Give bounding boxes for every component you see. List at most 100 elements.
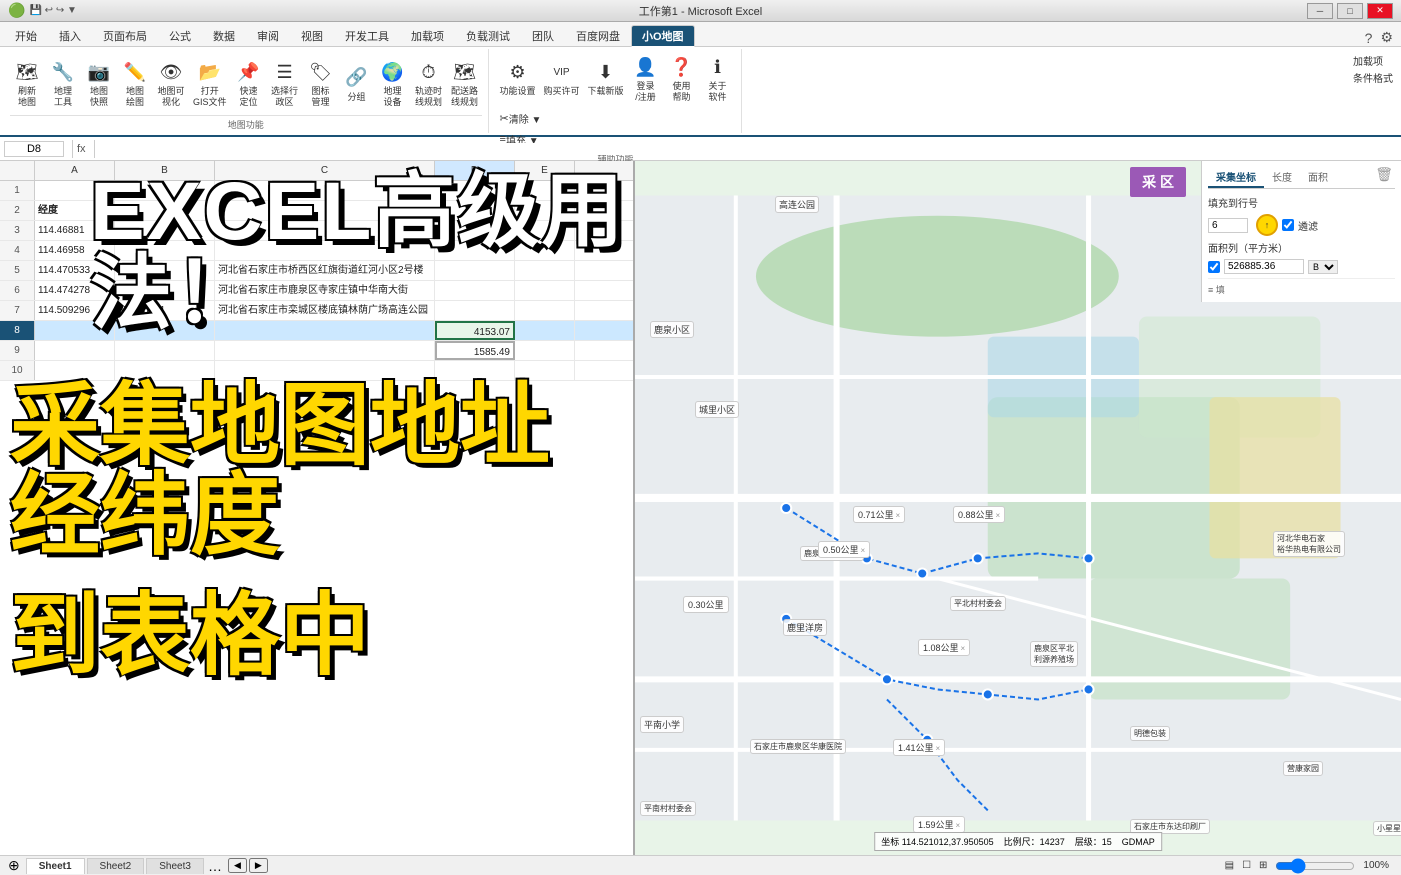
icon-manage-button[interactable]: 🏷 图标管理 <box>304 56 338 110</box>
tab-team[interactable]: 团队 <box>521 24 565 46</box>
add-sheet-button[interactable]: ⊕ <box>4 857 24 874</box>
vip-button[interactable]: VIP 购买许可 <box>541 56 583 99</box>
refresh-map-button[interactable]: 🗺 刷新地图 <box>10 56 44 110</box>
collect-area-button[interactable]: 采 区 <box>1130 167 1186 197</box>
about-button[interactable]: ℹ 关于软件 <box>701 51 735 105</box>
cell-b2[interactable] <box>115 201 215 220</box>
view-page-icon[interactable]: ☐ <box>1242 860 1251 871</box>
cell-a9[interactable] <box>35 341 115 360</box>
fill-to-input[interactable] <box>1208 218 1248 233</box>
cell-b5[interactable]: 37.975729 <box>115 261 215 280</box>
geo-device-button[interactable]: 🌍 地理设备 <box>376 56 410 110</box>
minimize-button[interactable]: ─ <box>1307 3 1333 19</box>
sheet-tab-2[interactable]: Sheet2 <box>87 858 145 874</box>
download-button[interactable]: ⬇ 下载新版 <box>585 56 627 99</box>
cell-c8[interactable] <box>215 321 435 340</box>
panel-delete-icon[interactable]: 🗑 <box>1375 166 1393 183</box>
formula-input[interactable] <box>99 143 1397 155</box>
cell-c4[interactable] <box>215 241 435 260</box>
tab-formula[interactable]: 公式 <box>158 24 202 46</box>
cell-b10[interactable] <box>115 361 215 380</box>
cell-e3[interactable] <box>515 221 575 240</box>
close-071-icon[interactable]: × <box>896 511 901 520</box>
cell-d4[interactable] <box>435 241 515 260</box>
map-snapshot-button[interactable]: 📷 地图快照 <box>82 56 116 110</box>
config-route-button[interactable]: 🗺 配送路线规划 <box>448 56 482 110</box>
area-col-select[interactable]: B A C <box>1308 260 1338 274</box>
cell-e2[interactable] <box>515 201 575 220</box>
sheet-tab-3[interactable]: Sheet3 <box>146 858 204 874</box>
tab-view[interactable]: 视图 <box>290 24 334 46</box>
cell-e10[interactable] <box>515 361 575 380</box>
cell-a8[interactable] <box>35 321 115 340</box>
cell-a10[interactable] <box>35 361 115 380</box>
tab-page-layout[interactable]: 页面布局 <box>92 24 158 46</box>
sheet-scroll-left[interactable]: ◀ <box>228 858 247 873</box>
tab-xo-map[interactable]: 小O地图 <box>631 25 695 47</box>
zoom-slider[interactable] <box>1275 858 1355 874</box>
help-button[interactable]: ❓ 使用帮助 <box>665 51 699 105</box>
cell-a5[interactable]: 114.470533 <box>35 261 115 280</box>
cell-b7[interactable]: 37.956901 <box>115 301 215 320</box>
tab-start[interactable]: 开始 <box>4 24 48 46</box>
cell-e1[interactable] <box>515 181 575 200</box>
sheet-tab-1[interactable]: Sheet1 <box>26 858 85 874</box>
cell-d3[interactable] <box>435 221 515 240</box>
cell-c7[interactable]: 河北省石家庄市栾城区楼底镇林荫广场高连公园 <box>215 301 435 320</box>
cell-d2[interactable] <box>435 201 515 220</box>
cell-e5[interactable] <box>515 261 575 280</box>
tab-loadtest[interactable]: 负载测试 <box>455 24 521 46</box>
open-gis-button[interactable]: 📂 打开GIS文件 <box>190 56 230 110</box>
cell-b8[interactable] <box>115 321 215 340</box>
cell-a1[interactable] <box>35 181 115 200</box>
map-draw-button[interactable]: ✏️ 地图绘图 <box>118 56 152 110</box>
view-normal-icon[interactable]: ▤ <box>1225 860 1234 871</box>
cell-a2[interactable]: 经度 <box>35 201 115 220</box>
expand-panel-button[interactable]: ≡ 填 <box>1208 278 1395 296</box>
cell-d9[interactable]: 1585.49 <box>435 341 515 360</box>
tab-addins[interactable]: 加载项 <box>400 24 455 46</box>
cell-b4[interactable] <box>115 241 215 260</box>
area-value-input[interactable] <box>1224 259 1304 274</box>
cell-c6[interactable]: 河北省石家庄市鹿泉区寺家庄镇中华南大街 <box>215 281 435 300</box>
cell-a7[interactable]: 114.509296 <box>35 301 115 320</box>
close-141-icon[interactable]: × <box>936 744 941 753</box>
maximize-button[interactable]: □ <box>1337 3 1363 19</box>
close-050-icon[interactable]: × <box>861 546 866 555</box>
clear-button[interactable]: ✂ 清除 ▼ <box>497 109 545 128</box>
cell-d6[interactable] <box>435 281 515 300</box>
login-button[interactable]: 👤 登录/注册 <box>629 51 663 105</box>
tab-area[interactable]: 面积 <box>1300 167 1336 188</box>
cell-e4[interactable] <box>515 241 575 260</box>
cell-c9[interactable] <box>215 341 435 360</box>
filter-checkbox[interactable] <box>1282 219 1294 231</box>
close-159-icon[interactable]: × <box>956 821 961 830</box>
close-button[interactable]: ✕ <box>1367 3 1393 19</box>
col-header-d[interactable]: D <box>435 161 515 180</box>
cell-d1[interactable] <box>435 181 515 200</box>
conditional-format-button[interactable]: 条件格式 <box>1353 70 1393 85</box>
cell-e7[interactable] <box>515 301 575 320</box>
cell-a3[interactable]: 114.46881 <box>35 221 115 240</box>
cell-c1[interactable]: 地 <box>215 181 435 200</box>
cell-e8[interactable] <box>515 321 575 340</box>
tab-collect-coord[interactable]: 采集坐标 <box>1208 167 1264 188</box>
tab-developer[interactable]: 开发工具 <box>334 24 400 46</box>
cell-d8[interactable]: 4153.07 <box>435 321 515 340</box>
tab-baidu[interactable]: 百度网盘 <box>565 24 631 46</box>
cell-c3[interactable] <box>215 221 435 240</box>
cell-c10[interactable] <box>215 361 435 380</box>
tab-review[interactable]: 审阅 <box>246 24 290 46</box>
cell-reference[interactable]: D8 <box>4 141 64 157</box>
cell-d7[interactable] <box>435 301 515 320</box>
settings-button[interactable]: ⚙ 功能设置 <box>497 56 539 99</box>
tab-data[interactable]: 数据 <box>202 24 246 46</box>
cell-d10[interactable] <box>435 361 515 380</box>
col-header-e[interactable]: E <box>515 161 575 180</box>
cell-b6[interactable]: 37.970908 <box>115 281 215 300</box>
cell-c2[interactable] <box>215 201 435 220</box>
close-088-icon[interactable]: × <box>996 511 1001 520</box>
cell-e9[interactable] <box>515 341 575 360</box>
addin-button[interactable]: 加载项 <box>1353 53 1393 68</box>
cell-b1[interactable] <box>115 181 215 200</box>
